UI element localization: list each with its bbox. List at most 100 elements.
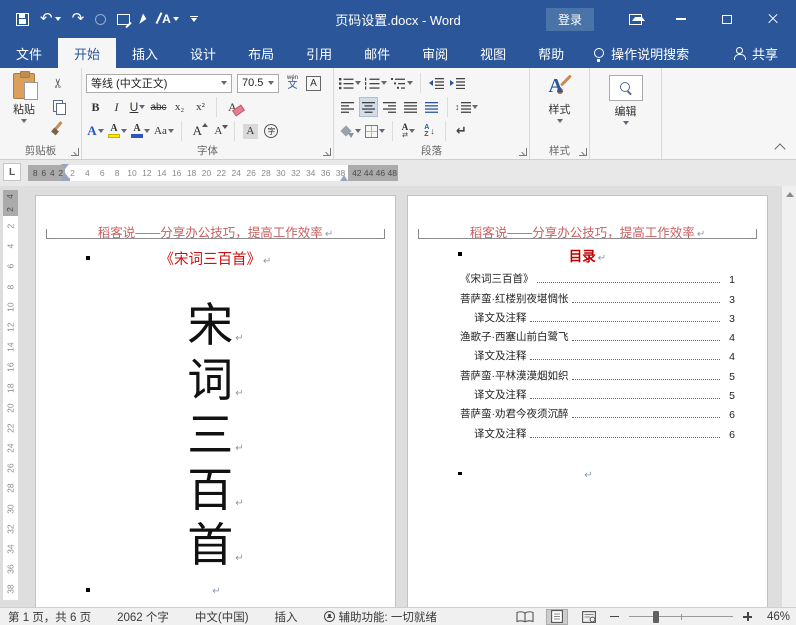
format-text-button[interactable]: A: [157, 12, 179, 26]
font-name-dropdown-icon[interactable]: [221, 81, 227, 85]
toc-entry[interactable]: 《宋词三百首》 1: [426, 267, 735, 286]
font-color-button[interactable]: A: [130, 121, 151, 141]
underline-dropdown-icon[interactable]: [139, 105, 146, 109]
increase-indent-button[interactable]: [448, 73, 467, 93]
character-scaling-button[interactable]: A ⇄: [399, 121, 418, 141]
copy-button[interactable]: [48, 97, 68, 115]
paste-button[interactable]: 粘贴: [4, 71, 44, 141]
document-page-2[interactable]: 稻客说——分享办公技巧，提高工作效率 ↵ 目录 ↵ 《宋词三百首》 1 菩萨蛮·红楼…: [407, 195, 768, 607]
paste-dropdown-icon[interactable]: [21, 119, 27, 123]
format-painter-button[interactable]: [48, 120, 68, 138]
zoom-out-button[interactable]: [610, 615, 619, 618]
ribbon-tab[interactable]: 视图: [464, 38, 522, 68]
toc-entry[interactable]: 菩萨蛮·平林漠漠烟如织 5: [426, 363, 735, 383]
bullets-button[interactable]: [338, 73, 362, 93]
page-indicator[interactable]: 第 1 页，共 6 页: [8, 609, 91, 625]
change-case-button[interactable]: Aa: [153, 121, 175, 141]
language-indicator[interactable]: 中文(中国): [195, 609, 249, 625]
multilevel-dropdown-icon[interactable]: [407, 81, 413, 85]
superscript-button[interactable]: x²: [191, 97, 210, 117]
change-case-dropdown-icon[interactable]: [167, 129, 174, 133]
numbering-dropdown-icon[interactable]: [381, 81, 387, 85]
styles-dropdown-icon[interactable]: [556, 119, 563, 123]
text-effects-button[interactable]: A: [86, 121, 105, 141]
phonetic-guide-button[interactable]: wén 文: [281, 73, 300, 93]
borders-dropdown-icon[interactable]: [379, 129, 385, 133]
subscript-button[interactable]: x₂: [170, 97, 189, 117]
toc-entry[interactable]: 译文及注释 4: [426, 344, 735, 363]
undo-dropdown-icon[interactable]: [54, 17, 61, 21]
enclose-characters-button[interactable]: 字: [262, 121, 281, 141]
ribbon-tab[interactable]: 邮件: [348, 38, 406, 68]
styles-dialog-launcher[interactable]: [579, 148, 587, 156]
ribbon-tab[interactable]: 设计: [174, 38, 232, 68]
character-scaling-dropdown-icon[interactable]: [409, 129, 416, 133]
bullets-dropdown-icon[interactable]: [355, 81, 361, 85]
shading-button[interactable]: [338, 121, 362, 141]
line-spacing-button[interactable]: ↕: [454, 97, 479, 117]
ribbon-display-options-button[interactable]: [612, 0, 658, 38]
justify-button[interactable]: [401, 97, 420, 117]
undo-button[interactable]: ↶: [40, 11, 61, 26]
toc-entry[interactable]: 渔歌子·西塞山前白鹭飞 4: [426, 325, 735, 344]
collapse-ribbon-button[interactable]: [774, 143, 786, 155]
sort-button[interactable]: A Z ↓: [420, 121, 439, 141]
select-tool-button[interactable]: [139, 12, 148, 26]
first-line-indent-marker[interactable]: [61, 164, 69, 169]
tab-selector[interactable]: L: [3, 163, 21, 181]
text-effects-dropdown-icon[interactable]: [97, 129, 104, 133]
font-size-combo[interactable]: 70.5: [237, 73, 279, 93]
right-indent-marker[interactable]: [340, 175, 348, 181]
distribute-button[interactable]: [422, 97, 441, 117]
toc-entry[interactable]: 译文及注释 5: [426, 383, 735, 402]
autosave-button[interactable]: [95, 13, 107, 25]
font-size-dropdown-icon[interactable]: [268, 81, 274, 85]
maximize-button[interactable]: [704, 0, 750, 38]
table-edit-button[interactable]: [117, 13, 131, 25]
borders-button[interactable]: [364, 121, 386, 141]
document-page-1[interactable]: 稻客说——分享办公技巧，提高工作效率 ↵ 《宋词三百首》 ↵ 宋 ↵ 词 ↵ 三 ↵ 百 ↵…: [35, 195, 396, 607]
share-button[interactable]: 共享: [733, 38, 796, 68]
font-name-combo[interactable]: 等线 (中文正文): [86, 73, 232, 93]
customize-qat-button[interactable]: [190, 16, 198, 23]
accessibility-status[interactable]: 辅助功能: 一切就绪: [323, 609, 437, 625]
character-border-button[interactable]: A: [302, 73, 322, 93]
italic-button[interactable]: I: [107, 97, 126, 117]
ribbon-tab[interactable]: 插入: [116, 38, 174, 68]
decrease-indent-button[interactable]: [427, 73, 446, 93]
strikethrough-button[interactable]: abc: [149, 97, 168, 117]
font-color-dropdown-icon[interactable]: [144, 129, 150, 133]
insert-mode-indicator[interactable]: 插入: [275, 609, 298, 625]
line-spacing-dropdown-icon[interactable]: [471, 105, 478, 109]
ribbon-tab[interactable]: 引用: [290, 38, 348, 68]
toc-entry[interactable]: 菩萨蛮·红楼别夜堪惆怅 3: [426, 286, 735, 306]
bold-button[interactable]: B: [86, 97, 105, 117]
cut-button[interactable]: ✂: [48, 74, 68, 92]
toc-entry[interactable]: 菩萨蛮·劝君今夜须沉醉 6: [426, 402, 735, 421]
clear-formatting-button[interactable]: A: [223, 97, 242, 117]
zoom-slider-thumb[interactable]: [652, 610, 659, 623]
paragraph-dialog-launcher[interactable]: [519, 148, 527, 156]
minimize-button[interactable]: [658, 0, 704, 38]
align-center-button[interactable]: [359, 97, 378, 117]
zoom-slider[interactable]: [629, 610, 733, 624]
scroll-up-icon[interactable]: [785, 192, 794, 197]
highlight-dropdown-icon[interactable]: [121, 129, 127, 133]
close-button[interactable]: [750, 0, 796, 38]
highlight-button[interactable]: A: [107, 121, 128, 141]
word-count[interactable]: 2062 个字: [117, 609, 169, 625]
editing-dropdown-icon[interactable]: [622, 121, 629, 125]
shrink-font-button[interactable]: A: [209, 121, 229, 141]
vertical-scrollbar[interactable]: [781, 186, 796, 607]
zoom-in-button[interactable]: [743, 612, 752, 621]
styles-button[interactable]: A 样式: [534, 71, 585, 123]
web-layout-button[interactable]: [578, 609, 600, 625]
ribbon-tab[interactable]: 文件: [0, 38, 58, 68]
read-mode-button[interactable]: [514, 609, 536, 625]
redo-button[interactable]: ↷: [72, 11, 85, 26]
shading-dropdown-icon[interactable]: [355, 129, 361, 133]
print-layout-button[interactable]: [546, 608, 568, 625]
character-shading-button[interactable]: A: [241, 121, 260, 141]
align-left-button[interactable]: [338, 97, 357, 117]
ribbon-tab[interactable]: 帮助: [522, 38, 580, 68]
